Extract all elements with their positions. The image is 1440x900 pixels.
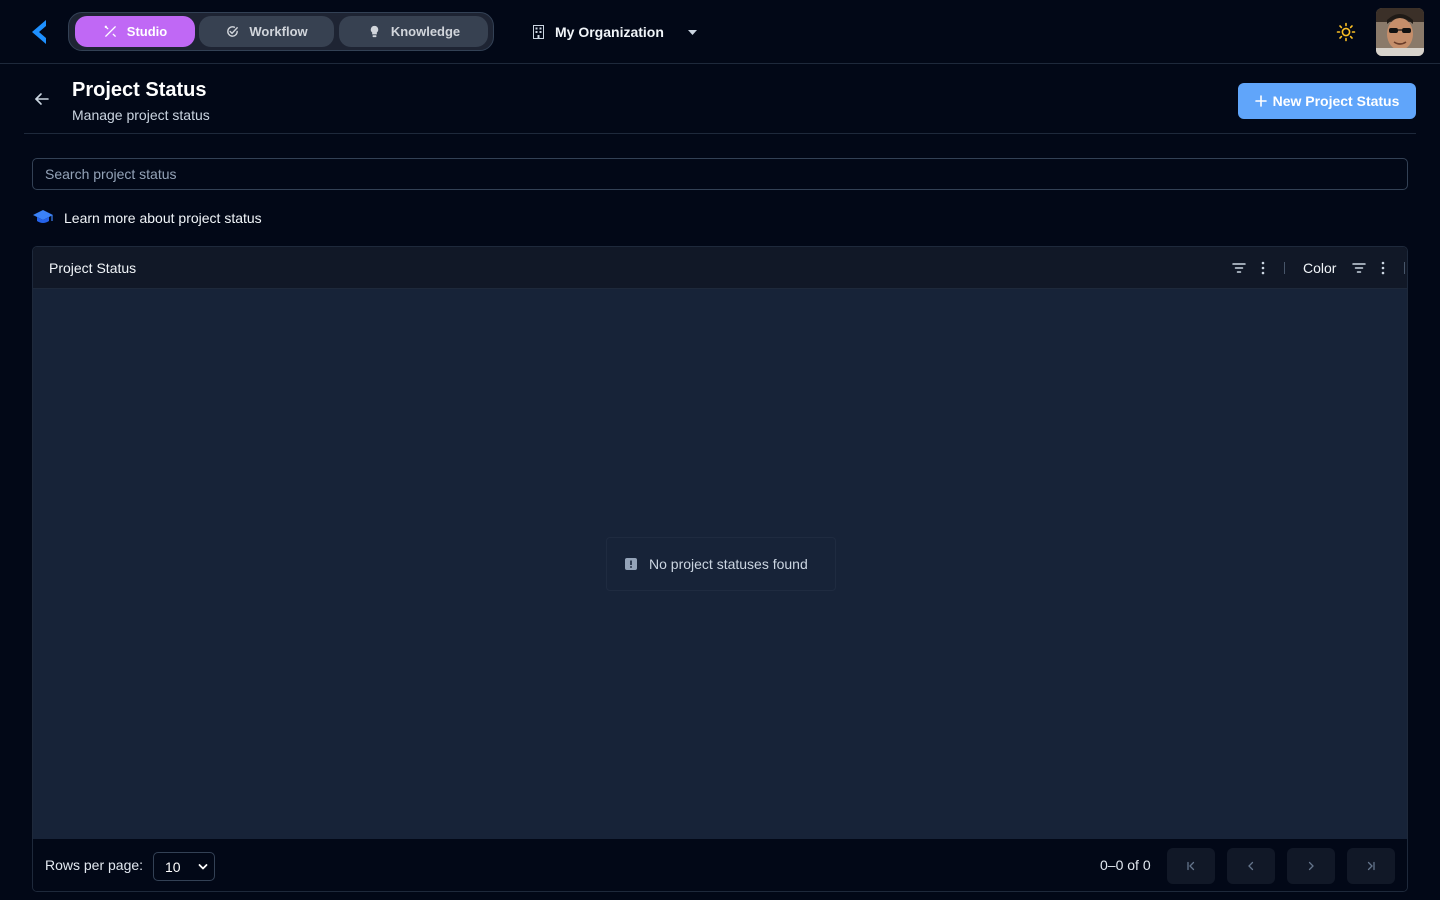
top-bar: Studio Workflow Knowledge My Organizatio… xyxy=(0,0,1440,64)
mode-workflow-label: Workflow xyxy=(249,24,308,39)
avatar-image xyxy=(1376,8,1424,56)
page-header: Project Status Manage project status New… xyxy=(24,65,1416,134)
column-resize-handle[interactable] xyxy=(1404,262,1405,274)
info-icon xyxy=(625,558,637,570)
column-menu-icon[interactable] xyxy=(1255,260,1271,276)
user-avatar[interactable] xyxy=(1376,8,1424,56)
empty-state: No project statuses found xyxy=(606,537,836,591)
next-page-button[interactable] xyxy=(1287,848,1335,884)
learn-more-link[interactable]: Learn more about project status xyxy=(32,207,262,229)
rows-per-page-label: Rows per page: xyxy=(45,857,144,873)
organization-selector[interactable]: My Organization xyxy=(532,22,697,42)
mode-studio-label: Studio xyxy=(126,24,168,39)
building-icon xyxy=(533,25,544,39)
graduation-cap-icon xyxy=(33,210,53,223)
filter-icon[interactable] xyxy=(1231,260,1247,276)
rows-per-page-value: 10 xyxy=(165,858,181,875)
previous-page-button[interactable] xyxy=(1227,848,1275,884)
lightbulb-icon xyxy=(370,25,379,38)
theme-toggle-sun-icon[interactable] xyxy=(1336,22,1356,42)
new-project-status-button[interactable]: New Project Status xyxy=(1238,83,1416,119)
rows-per-page-select[interactable]: 10 xyxy=(153,852,215,881)
chevron-down-icon xyxy=(198,864,208,870)
back-arrow-icon[interactable] xyxy=(32,89,52,109)
organization-name: My Organization xyxy=(555,24,664,40)
mode-switch: Studio Workflow Knowledge xyxy=(68,12,494,51)
filter-icon[interactable] xyxy=(1351,260,1367,276)
last-page-button[interactable] xyxy=(1347,848,1395,884)
project-status-table: Project Status Color No project statuses… xyxy=(32,246,1408,892)
first-page-icon xyxy=(1187,861,1195,871)
mode-workflow-button[interactable]: Workflow xyxy=(199,16,334,47)
chevron-left-icon xyxy=(1248,861,1254,871)
empty-state-message: No project statuses found xyxy=(649,556,808,572)
mode-studio-button[interactable]: Studio xyxy=(75,16,195,47)
pagination-range: 0–0 of 0 xyxy=(1100,857,1151,873)
table-body: No project statuses found xyxy=(33,289,1407,839)
magic-wand-icon xyxy=(104,25,116,37)
page-subtitle: Manage project status xyxy=(72,107,210,123)
column-resize-handle[interactable] xyxy=(1284,262,1285,274)
app-logo-icon[interactable] xyxy=(32,20,48,44)
first-page-button[interactable] xyxy=(1167,848,1215,884)
learn-more-label: Learn more about project status xyxy=(64,210,262,226)
table-header: Project Status Color xyxy=(33,247,1407,289)
column-header-color[interactable]: Color xyxy=(1303,260,1336,276)
caret-down-icon xyxy=(687,29,697,35)
table-footer: Rows per page: 10 0–0 of 0 xyxy=(33,839,1407,891)
column-header-project-status[interactable]: Project Status xyxy=(49,260,136,276)
column-menu-icon[interactable] xyxy=(1375,260,1391,276)
last-page-icon xyxy=(1367,861,1375,871)
search-input[interactable] xyxy=(32,158,1408,190)
mode-knowledge-label: Knowledge xyxy=(390,24,461,39)
chevron-right-icon xyxy=(1308,861,1314,871)
check-circle-icon xyxy=(227,26,239,37)
mode-knowledge-button[interactable]: Knowledge xyxy=(339,16,488,47)
page-title: Project Status xyxy=(72,79,207,101)
new-project-status-label: New Project Status xyxy=(1272,93,1400,109)
plus-icon xyxy=(1254,95,1267,107)
